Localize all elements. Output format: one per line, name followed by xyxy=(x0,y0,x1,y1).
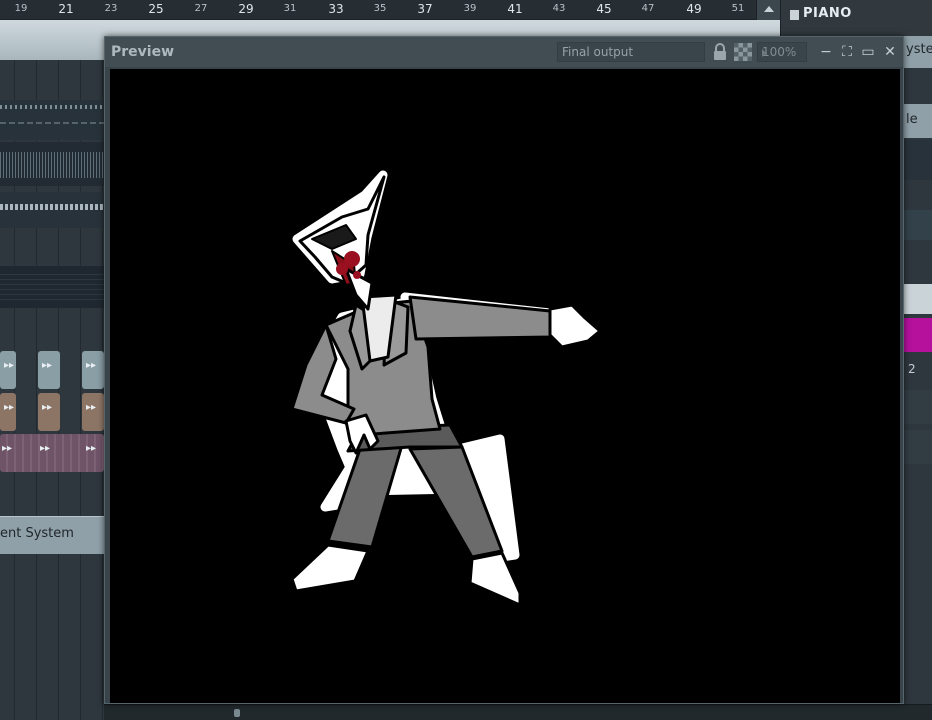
clip-block[interactable]: ▸▸ xyxy=(38,393,60,431)
clip-play-icon: ▸▸ xyxy=(4,360,15,371)
maximize-icon[interactable]: ▭ xyxy=(859,43,877,61)
preview-canvas[interactable] xyxy=(110,69,900,703)
piano-roll-header[interactable]: PIANO xyxy=(780,0,932,36)
clip-play-icon: ▸▸ xyxy=(40,443,51,454)
ruler-bar-number: 43 xyxy=(552,3,566,14)
ruler-bar-number: 27 xyxy=(194,3,208,14)
right-panel-row[interactable] xyxy=(904,284,932,314)
output-source-value: Final output xyxy=(562,45,634,59)
clip-block[interactable]: ▸▸ xyxy=(0,351,16,389)
clip-block[interactable]: ▸▸ xyxy=(82,351,104,389)
right-panel-row[interactable] xyxy=(904,210,932,240)
zoom-arrow-icon xyxy=(762,49,766,57)
right-panel-tab[interactable]: yste xyxy=(904,36,932,68)
ruler-bar-number: 35 xyxy=(373,3,387,14)
scroll-up-icon xyxy=(764,6,774,12)
ruler-bar-number: 25 xyxy=(148,2,164,16)
clip-play-icon: ▸▸ xyxy=(4,402,15,413)
right-panel-row-accent[interactable] xyxy=(904,318,932,352)
clip-play-icon: ▸▸ xyxy=(42,360,53,371)
clip-play-icon: ▸▸ xyxy=(86,443,97,454)
pattern-clip[interactable] xyxy=(0,192,104,228)
ruler-bar-number: 29 xyxy=(238,2,254,16)
track-name-text: ent System xyxy=(0,526,74,541)
right-panel-row[interactable] xyxy=(904,390,932,424)
right-panel-row[interactable] xyxy=(904,140,932,180)
ruler-bar-number: 49 xyxy=(686,2,702,16)
minimize-icon[interactable]: − xyxy=(817,43,835,61)
clip-play-icon: ▸▸ xyxy=(2,443,13,454)
lock-icon[interactable] xyxy=(712,43,728,61)
fl-studio-workspace: 19 21 23 25 27 29 31 33 35 37 39 41 43 4… xyxy=(0,0,932,720)
ruler-bar-number: 33 xyxy=(328,2,344,16)
ruler-bar-number: 47 xyxy=(641,3,655,14)
clip-block[interactable]: ▸▸ xyxy=(0,393,16,431)
right-panel-strip: yste le 2 xyxy=(904,36,932,720)
ruler-bar-number: 19 xyxy=(14,3,28,14)
clip-block[interactable]: ▸▸ ▸▸ ▸▸ xyxy=(0,434,104,472)
ruler-bar-number: 45 xyxy=(596,2,612,16)
ruler-bar-number: 41 xyxy=(507,2,523,16)
right-panel-row[interactable] xyxy=(904,430,932,464)
horizontal-scrollbar[interactable] xyxy=(104,704,932,720)
clip-play-icon: ▸▸ xyxy=(42,402,53,413)
preview-titlebar[interactable]: Preview Final output 100% − ⛶ ▭ ✕ xyxy=(105,37,903,67)
ruler-bar-number: 21 xyxy=(58,2,74,16)
ruler-bar-number: 51 xyxy=(731,3,745,14)
clip-block[interactable]: ▸▸ xyxy=(82,393,104,431)
piano-icon xyxy=(790,10,799,20)
ruler-bar-number: 39 xyxy=(463,3,477,14)
close-icon[interactable]: ✕ xyxy=(881,43,899,61)
scrollbar-thumb[interactable] xyxy=(234,709,240,717)
zoom-value: 100% xyxy=(762,45,797,59)
ruler-bar-number: 31 xyxy=(283,3,297,14)
ruler-bar-number: 37 xyxy=(417,2,433,16)
character-artwork xyxy=(290,170,602,607)
zoom-level-control[interactable]: 100% xyxy=(757,42,807,62)
track-name-label[interactable]: ent System xyxy=(0,516,104,554)
checkerboard-icon[interactable] xyxy=(734,43,752,61)
right-panel-tab[interactable]: le xyxy=(904,104,932,138)
output-source-select[interactable]: Final output xyxy=(557,42,705,62)
clip-play-icon: ▸▸ xyxy=(86,360,97,371)
preview-window[interactable]: Preview Final output 100% − ⛶ ▭ ✕ xyxy=(104,36,904,704)
audio-clip[interactable] xyxy=(0,142,104,186)
scroll-up-button[interactable] xyxy=(756,0,780,20)
ruler-bar-number: 23 xyxy=(104,3,118,14)
playlist-ruler[interactable]: 19 21 23 25 27 29 31 33 35 37 39 41 43 4… xyxy=(0,0,756,20)
playlist-tracks[interactable]: ▸▸ ▸▸ ▸▸ ▸▸ ▸▸ ▸▸ ▸▸ ▸▸ ▸▸ xyxy=(0,60,104,720)
piano-roll-title: PIANO xyxy=(803,6,852,21)
fullscreen-icon[interactable]: ⛶ xyxy=(838,43,856,61)
clip-play-icon: ▸▸ xyxy=(86,402,97,413)
pattern-clip[interactable] xyxy=(0,100,104,140)
window-title: Preview xyxy=(111,44,175,60)
right-panel-number: 2 xyxy=(908,362,916,376)
clip-block[interactable]: ▸▸ xyxy=(38,351,60,389)
right-panel-label: le xyxy=(906,112,918,127)
pattern-clip[interactable] xyxy=(0,266,104,308)
right-panel-label: yste xyxy=(906,42,932,57)
